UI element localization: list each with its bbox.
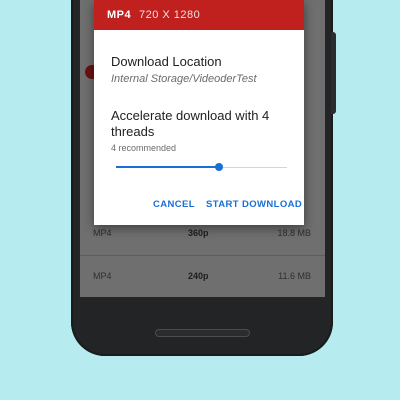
download-dialog: MP4 720 X 1280 Download Location Interna…: [94, 0, 304, 225]
dialog-header: MP4 720 X 1280: [94, 0, 304, 30]
list-item-format: MP4: [93, 228, 112, 238]
threads-slider[interactable]: [116, 163, 287, 171]
start-download-button[interactable]: START DOWNLOAD: [206, 199, 302, 210]
list-item-resolution: 360p: [188, 228, 209, 238]
slider-thumb[interactable]: [215, 163, 223, 171]
download-location-label: Download Location: [111, 54, 222, 69]
slider-fill: [116, 166, 219, 168]
list-item-size: 11.6 MB: [278, 271, 311, 281]
list-item-size: 18.8 MB: [277, 228, 311, 238]
list-item[interactable]: MP4 240p 11.6 MB: [80, 256, 325, 297]
phone-side-button: [331, 32, 336, 114]
cancel-button[interactable]: CANCEL: [153, 199, 195, 210]
dialog-resolution: 720 X 1280: [139, 9, 201, 21]
list-item-resolution: 240p: [188, 271, 209, 281]
list-item-format: MP4: [93, 271, 112, 281]
threads-hint: 4 recommended: [111, 143, 177, 153]
home-button[interactable]: [155, 329, 250, 337]
dialog-format: MP4: [107, 9, 132, 21]
threads-label: Accelerate download with 4 threads: [111, 108, 270, 139]
download-location-value[interactable]: Internal Storage/VideoderTest: [111, 73, 257, 85]
